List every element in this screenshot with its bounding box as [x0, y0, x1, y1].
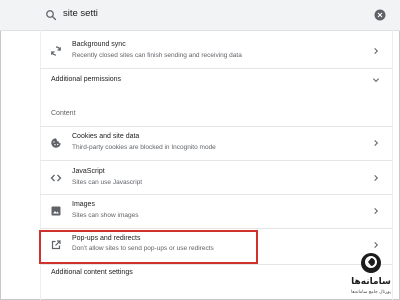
- section-heading: Content: [51, 110, 76, 117]
- cookie-icon: [51, 138, 61, 148]
- image-icon: [51, 206, 61, 216]
- row-background-sync[interactable]: Background sync Recently closed sites ca…: [40, 38, 392, 64]
- search-icon[interactable]: [45, 9, 57, 21]
- watermark-logo: سامانه‌ها پورتال جامع سامانه‌ها: [351, 253, 392, 295]
- row-label: Additional permissions: [51, 76, 122, 83]
- divider: [40, 126, 392, 127]
- chevron-right-icon: [374, 139, 379, 147]
- svg-text:پورتال جامع سامانه‌ها: پورتال جامع سامانه‌ها: [351, 290, 392, 295]
- divider: [40, 194, 392, 195]
- row-subtitle: Sites can use Javascript: [72, 179, 143, 186]
- divider: [40, 228, 392, 229]
- code-icon: [50, 174, 62, 182]
- chevron-down-icon: [372, 78, 380, 83]
- settings-search-bar: site setti: [0, 0, 400, 31]
- highlight-box: [39, 230, 258, 264]
- sync-icon: [51, 46, 61, 56]
- row-title: Cookies and site data: [72, 133, 140, 140]
- row-additional-content-settings[interactable]: Additional content settings: [40, 265, 392, 285]
- row-additional-permissions[interactable]: Additional permissions: [40, 69, 392, 91]
- row-javascript[interactable]: JavaScript Sites can use Javascript: [40, 163, 392, 193]
- row-title: JavaScript: [72, 168, 105, 175]
- svg-text:سامانه‌ها: سامانه‌ها: [351, 277, 391, 287]
- row-cookies[interactable]: Cookies and site data Third-party cookie…: [40, 128, 392, 158]
- row-subtitle: Third-party cookies are blocked in Incog…: [72, 144, 216, 151]
- chevron-right-icon: [374, 207, 379, 215]
- chevron-right-icon: [374, 174, 379, 182]
- row-subtitle: Recently closed sites can finish sending…: [72, 52, 242, 59]
- close-icon[interactable]: [374, 9, 386, 21]
- row-title: Background sync: [72, 41, 126, 48]
- row-label: Additional content settings: [51, 269, 133, 276]
- row-images[interactable]: Images Sites can show images: [40, 196, 392, 226]
- search-input[interactable]: site setti: [63, 8, 98, 19]
- section-content: Content: [40, 106, 392, 122]
- row-title: Images: [72, 201, 95, 208]
- chevron-right-icon: [374, 241, 379, 249]
- row-subtitle: Sites can show images: [72, 212, 139, 219]
- chevron-right-icon: [374, 47, 379, 55]
- divider: [40, 160, 392, 161]
